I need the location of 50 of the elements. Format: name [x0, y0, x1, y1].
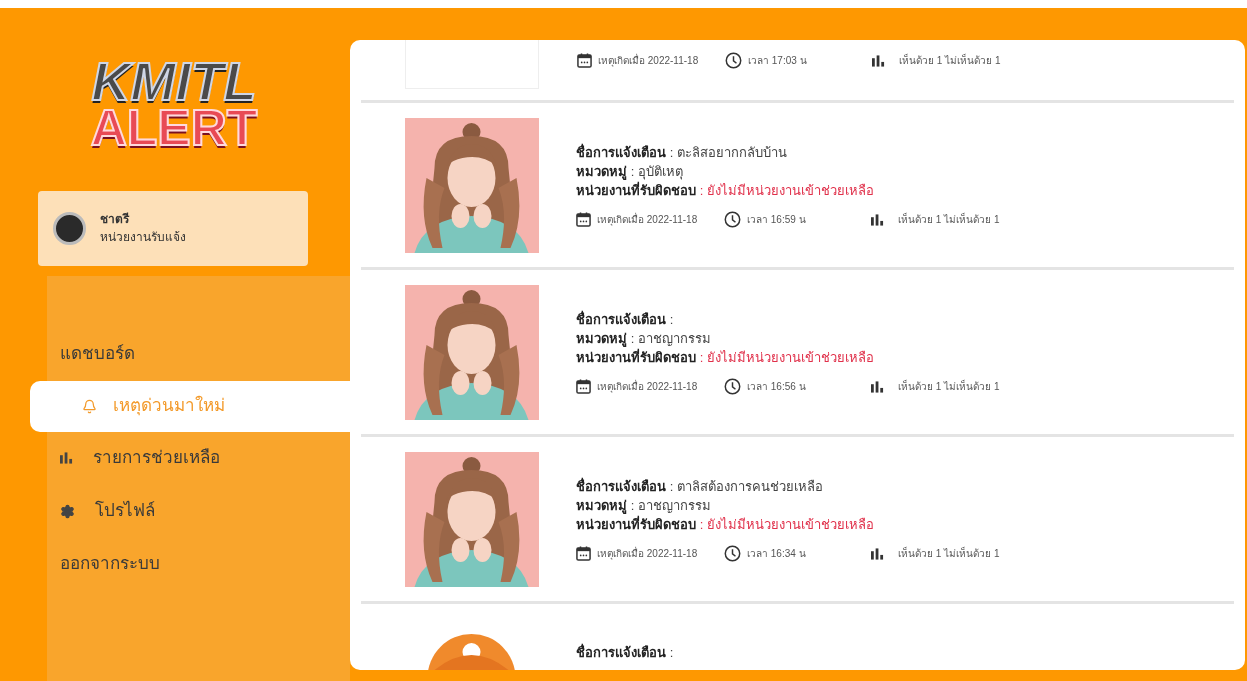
alert-detail: หมวดหมู่ : อาชญากรรม: [576, 497, 712, 515]
bar-chart-icon: [871, 380, 884, 393]
user-name: ชาตรี: [100, 211, 131, 229]
incident-date: เหตุเกิดเมื่อ 2022-11-18: [597, 379, 699, 394]
menu-item[interactable]: รายการช่วยเหลือ: [55, 431, 350, 485]
incident-time: เวลา 16:56 น: [747, 380, 807, 394]
clock-icon: [724, 211, 741, 228]
incident-date: เหตุเกิดเมื่อ 2022-11-18: [597, 546, 699, 561]
alert-detail: หมวดหมู่ : อุบัติเหตุ: [576, 163, 684, 181]
vote-count: เห็นด้วย 1 ไม่เห็นด้วย 1: [898, 212, 1000, 227]
calendar-icon: [576, 212, 591, 227]
calendar-icon: [576, 379, 591, 394]
alert-card[interactable]: ชื่อการแจ้งเตือน : ตาลิสต้องการคนช่วยเหลือ หมวดหมู่ : อาชญากรรม หน่วยงานที่รับผิดชอบ : ยังไม่มีหน่วยงานเข้าช่วยเหลือ เหตุเกิดเมื่อ 2022-11-18 เวลา 16:34 น เห็นด้วย 1 ไม่เห็นด้วย 1: [361, 437, 1234, 604]
bar-chart-icon: [871, 547, 884, 560]
incident-time: เวลา 17:03 น: [748, 54, 808, 68]
settings-icon: [60, 503, 75, 519]
calendar-icon: [577, 53, 592, 68]
bar-chart-icon: [872, 54, 885, 67]
alert-detail: ชื่อการแจ้งเตือน : ตะลิสอยากกลับบ้าน: [576, 144, 788, 162]
alert-card[interactable]: ชื่อการแจ้งเตือน :: [361, 604, 1234, 670]
vote-count: เห็นด้วย 1 ไม่เห็นด้วย 1: [899, 53, 1001, 68]
app-logo: KMITL ALERT: [89, 57, 259, 151]
incident-date: เหตุเกิดเมื่อ 2022-11-18: [597, 212, 699, 227]
alert-detail: หน่วยงานที่รับผิดชอบ : ยังไม่มีหน่วยงานเข้าช่วยเหลือ: [576, 349, 875, 367]
menu-item[interactable]: โปรไฟล์: [55, 484, 350, 538]
alert-detail: ชื่อการแจ้งเตือน : ตาลิสต้องการคนช่วยเหลือ: [576, 478, 824, 496]
vote-count: เห็นด้วย 1 ไม่เห็นด้วย 1: [898, 379, 1000, 394]
alert-detail: หน่วยงานที่รับผิดชอบ : ยังไม่มีหน่วยงานเข้าช่วยเหลือ: [576, 182, 875, 200]
vote-count: เห็นด้วย 1 ไม่เห็นด้วย 1: [898, 546, 1000, 561]
clock-icon: [725, 52, 742, 69]
alert-card[interactable]: ชื่อการแจ้งเตือน : ตะลิสอยากกลับบ้าน หมวดหมู่ : อุบัติเหตุ หน่วยงานที่รับผิดชอบ : ยังไม่มีหน่วยงานเข้าช่วยเหลือ เหตุเกิดเมื่อ 2022-11-18 เวลา 16:59 น เห็นด้วย 1 ไม่เห็นด้วย 1: [361, 103, 1234, 270]
calendar-icon: [576, 546, 591, 561]
alert-card[interactable]: ชื่อการแจ้งเตือน : หมวดหมู่ : อาชญากรรม หน่วยงานที่รับผิดชอบ : ยังไม่มีหน่วยงานเข้าช่วยเหลือ เหตุเกิดเมื่อ 2022-11-18 เวลา 16:56 น เห็นด้วย 1 ไม่เห็นด้วย 1: [361, 270, 1234, 437]
menu-item[interactable]: แดชบอร์ด: [55, 327, 350, 381]
incident-time: เวลา 16:34 น: [747, 547, 807, 561]
bar-chart-icon: [871, 213, 884, 226]
clock-icon: [724, 378, 741, 395]
avatar: [53, 211, 86, 245]
bar-chart-icon: [60, 452, 73, 465]
user-role: หน่วยงานรับแจ้ง: [100, 229, 186, 247]
menu-item[interactable]: ออกจากระบบ: [55, 537, 350, 591]
incident-date: เหตุเกิดเมื่อ 2022-11-18: [598, 53, 700, 68]
alert-detail: ชื่อการแจ้งเตือน :: [576, 644, 674, 662]
alert-detail: หมวดหมู่ : อาชญากรรม: [576, 330, 712, 348]
alert-detail: ชื่อการแจ้งเตือน :: [576, 311, 675, 329]
alert-detail: หน่วยงานที่รับผิดชอบ : ยังไม่มีหน่วยงานเข้าช่วยเหลือ: [576, 516, 875, 534]
clock-icon: [724, 545, 741, 562]
incident-time: เวลา 16:59 น: [747, 213, 807, 227]
alert-card[interactable]: เหตุเกิดเมื่อ 2022-11-18 เวลา 17:03 น เห็นด้วย 1 ไม่เห็นด้วย 1: [361, 40, 1234, 103]
bell-icon: [82, 398, 97, 414]
